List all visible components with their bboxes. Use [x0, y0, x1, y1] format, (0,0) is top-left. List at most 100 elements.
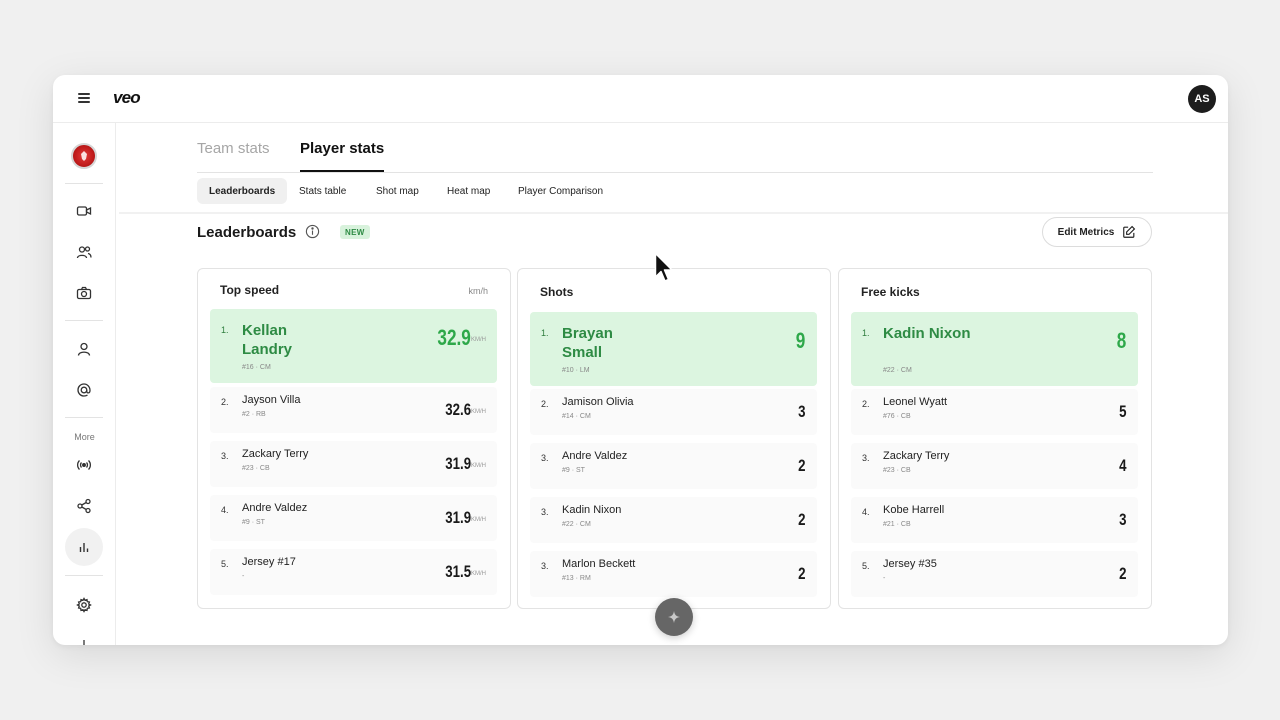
stat-unit: KM/H	[471, 571, 486, 577]
stat-unit: KM/H	[471, 463, 486, 469]
subtab-leaderboards[interactable]: Leaderboards	[197, 178, 288, 204]
sidebar: More	[53, 123, 116, 645]
leaderboard-row[interactable]: 3. Zackary Terry #23 · CB 31.9 KM/H	[210, 441, 497, 487]
veo-logo[interactable]: veo	[113, 88, 141, 108]
ai-assistant-button[interactable]	[655, 598, 693, 636]
content-divider	[119, 212, 1228, 214]
player-info: #76 · CB	[883, 413, 911, 420]
leaderboard-row[interactable]: 1. Brayan Small #10 · LM 9	[530, 312, 817, 386]
profile-icon[interactable]	[65, 330, 103, 368]
player-name: Andre Valdez	[562, 450, 628, 462]
rank: 1.	[221, 325, 229, 335]
player-info: -	[883, 575, 886, 582]
more-label: More	[74, 432, 95, 442]
leaderboard-card-top-speed: Top speed km/h 1. Kellan Landry #16 · CM…	[197, 268, 511, 609]
player-info: #9 · ST	[562, 467, 585, 474]
stat-value: 31.9	[445, 454, 471, 473]
video-icon[interactable]	[65, 192, 103, 230]
leaderboard-row[interactable]: 5. Jersey #35 - 2	[851, 551, 1138, 597]
stat-value: 3	[797, 402, 805, 421]
team-icon[interactable]	[65, 233, 103, 271]
info-icon[interactable]	[305, 224, 320, 239]
stat-value: 2	[1118, 564, 1126, 583]
mention-icon[interactable]	[65, 371, 103, 409]
main-tabs: Team stats Player stats	[197, 123, 1153, 173]
leaderboard-row[interactable]: 3. Marlon Beckett #13 · RM 2	[530, 551, 817, 597]
sidebar-divider	[65, 575, 103, 576]
edit-metrics-button[interactable]: Edit Metrics	[1042, 217, 1152, 247]
edit-icon	[1123, 225, 1136, 238]
stat-value: 2	[797, 564, 805, 583]
help-icon[interactable]	[65, 627, 103, 645]
leaderboard-row[interactable]: 3. Zackary Terry #23 · CB 4	[851, 443, 1138, 489]
rank: 1.	[541, 328, 549, 338]
subtab-shot-map[interactable]: Shot map	[364, 178, 431, 204]
player-name: Marlon Beckett	[562, 558, 636, 570]
stat-value: 31.9	[445, 508, 471, 527]
menu-icon[interactable]	[78, 93, 90, 103]
share-icon[interactable]	[65, 487, 103, 525]
leaderboard-row[interactable]: 2. Jamison Olivia #14 · CM 3	[530, 389, 817, 435]
rank: 3.	[541, 453, 549, 463]
leaderboard-row[interactable]: 1. Kellan Landry #16 · CM 32.9 KM/H	[210, 309, 497, 383]
rank: 2.	[541, 399, 549, 409]
broadcast-icon[interactable]	[65, 446, 103, 484]
subtab-heat-map[interactable]: Heat map	[435, 178, 502, 204]
player-info: #2 · RB	[242, 411, 266, 418]
camera-icon[interactable]	[65, 274, 103, 312]
player-info: #21 · CB	[883, 521, 911, 528]
stat-value: 4	[1118, 456, 1126, 475]
leaderboard-row[interactable]: 4. Kobe Harrell #21 · CB 3	[851, 497, 1138, 543]
rank: 3.	[541, 507, 549, 517]
club-crest-icon[interactable]	[71, 143, 97, 169]
rank: 3.	[862, 453, 870, 463]
card-title: Shots	[540, 285, 574, 299]
player-name: Brayan Small	[562, 325, 613, 361]
leaderboards-title: Leaderboards	[197, 224, 297, 241]
stats-icon[interactable]	[65, 528, 103, 566]
leaderboard-row[interactable]: 2. Leonel Wyatt #76 · CB 5	[851, 389, 1138, 435]
rank: 5.	[221, 559, 229, 569]
sidebar-divider	[65, 183, 103, 184]
player-info: #22 · CM	[562, 521, 591, 528]
subtab-player-comparison[interactable]: Player Comparison	[506, 178, 615, 204]
leaderboard-row[interactable]: 1. Kadin Nixon #22 · CM 8	[851, 312, 1138, 386]
settings-icon[interactable]	[65, 586, 103, 624]
rank: 4.	[221, 505, 229, 515]
stat-value: 2	[797, 456, 805, 475]
tab-player-stats[interactable]: Player stats	[300, 140, 385, 172]
leaderboard-row[interactable]: 3. Andre Valdez #9 · ST 2	[530, 443, 817, 489]
sparkle-icon	[667, 610, 681, 624]
leaderboard-row[interactable]: 4. Andre Valdez #9 · ST 31.9 KM/H	[210, 495, 497, 541]
subtab-stats-table[interactable]: Stats table	[287, 178, 358, 204]
player-name: Kadin Nixon	[883, 325, 971, 342]
rank: 2.	[221, 397, 229, 407]
player-info: #14 · CM	[562, 413, 591, 420]
player-info: #16 · CM	[242, 364, 271, 371]
player-name: Jersey #35	[883, 558, 937, 570]
leaderboard-row[interactable]: 5. Jersey #17 - 31.5 KM/H	[210, 549, 497, 595]
stat-unit: KM/H	[471, 517, 486, 523]
new-badge: NEW	[340, 225, 370, 239]
leaderboard-row[interactable]: 3. Kadin Nixon #22 · CM 2	[530, 497, 817, 543]
user-avatar[interactable]: AS	[1188, 85, 1216, 113]
player-info: #23 · CB	[242, 465, 270, 472]
card-unit: km/h	[468, 286, 488, 296]
stat-value: 2	[797, 510, 805, 529]
player-name: Kadin Nixon	[562, 504, 622, 516]
player-name: Jayson Villa	[242, 394, 301, 406]
rank: 1.	[862, 328, 870, 338]
stat-value: 5	[1118, 402, 1126, 421]
stat-unit: KM/H	[471, 337, 486, 343]
player-info: -	[242, 573, 245, 580]
stat-value: 32.9	[437, 325, 471, 350]
stat-value: 9	[795, 328, 805, 353]
player-info: #9 · ST	[242, 519, 265, 526]
stat-value: 3	[1118, 510, 1126, 529]
player-name: Jersey #17	[242, 556, 296, 568]
leaderboard-row[interactable]: 2. Jayson Villa #2 · RB 32.6 KM/H	[210, 387, 497, 433]
stat-unit: KM/H	[471, 409, 486, 415]
rank: 4.	[862, 507, 870, 517]
tab-team-stats[interactable]: Team stats	[197, 140, 270, 170]
sidebar-divider	[65, 417, 103, 418]
